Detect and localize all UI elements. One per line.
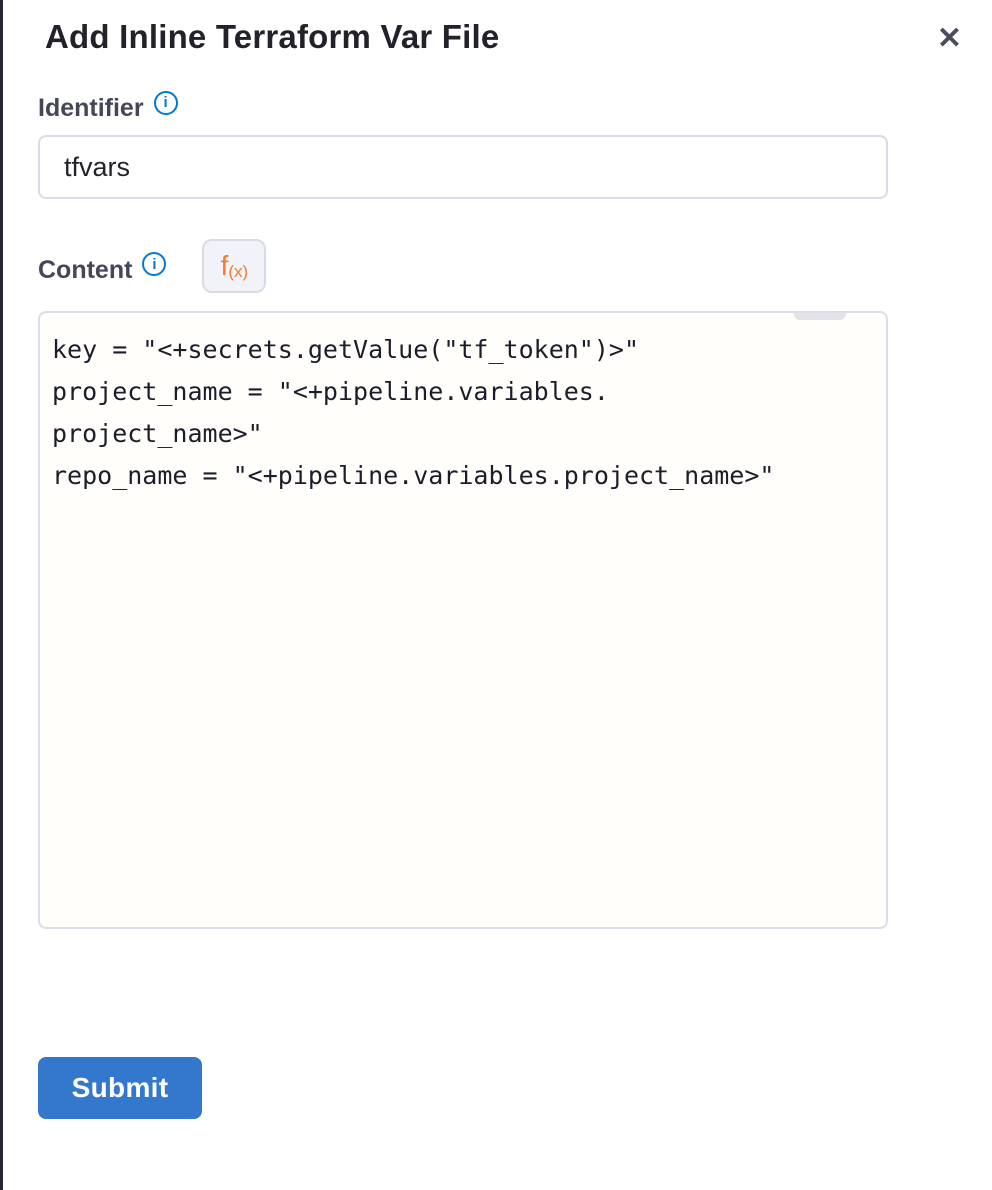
expression-fx-f: f <box>221 250 229 282</box>
content-label-row: Content i f(x) <box>38 243 992 297</box>
submit-button[interactable]: Submit <box>38 1057 202 1119</box>
close-icon[interactable]: ✕ <box>931 20 968 58</box>
identifier-info-icon[interactable]: i <box>154 91 178 115</box>
expression-fx-subscript: (x) <box>228 262 248 282</box>
content-label: Content <box>38 256 132 285</box>
drawer-title: Add Inline Terraform Var File <box>45 18 499 56</box>
identifier-label-row: Identifier i <box>38 94 992 123</box>
code-line: repo_name = "<+pipeline.variables.projec… <box>52 455 866 497</box>
add-inline-terraform-var-file-drawer: Add Inline Terraform Var File ✕ Identifi… <box>0 0 992 1190</box>
identifier-input[interactable] <box>38 135 888 199</box>
content-code-editor[interactable]: key = "<+secrets.getValue("tf_token")>" … <box>38 311 888 929</box>
code-line: project_name = "<+pipeline.variables. <box>52 371 866 413</box>
expression-fx-button[interactable]: f(x) <box>202 239 266 293</box>
code-line: key = "<+secrets.getValue("tf_token")>" <box>52 329 866 371</box>
identifier-label: Identifier <box>38 94 144 123</box>
drawer-header: Add Inline Terraform Var File ✕ <box>3 0 992 62</box>
editor-scroll-shadow <box>794 313 846 320</box>
content-info-icon[interactable]: i <box>142 252 166 276</box>
code-line: project_name>" <box>52 413 866 455</box>
